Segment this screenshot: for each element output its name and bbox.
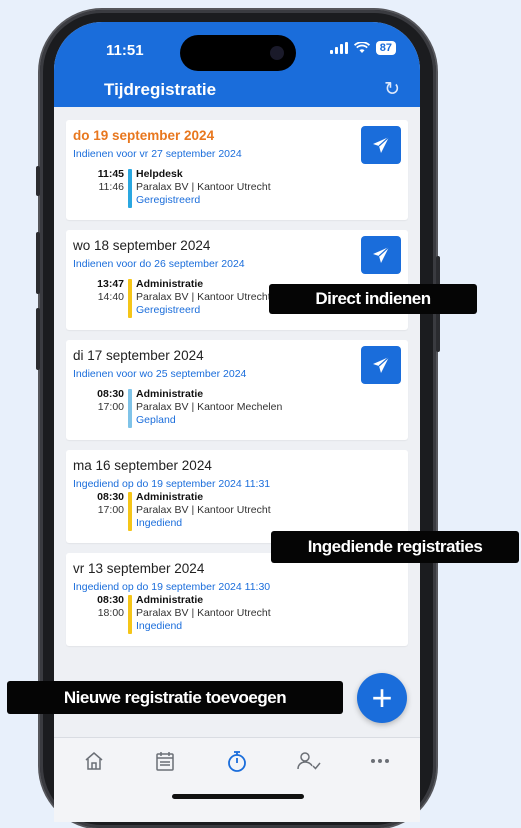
day-deadline: Indienen voor do 26 september 2024 bbox=[73, 258, 245, 270]
tab-timer[interactable] bbox=[224, 748, 250, 774]
entry-times: 13:47 14:40 bbox=[96, 278, 124, 304]
entry-times: 11:45 11:46 bbox=[96, 168, 124, 194]
day-card[interactable]: ma 16 september 2024 Ingediend op do 19 … bbox=[66, 450, 408, 543]
day-submitted: Ingediend op do 19 september 2024 11:30 bbox=[73, 581, 271, 593]
entry-start: 08:30 bbox=[97, 491, 124, 503]
day-date: wo 18 september 2024 bbox=[73, 238, 211, 253]
home-indicator bbox=[172, 794, 304, 799]
submit-day-button[interactable] bbox=[361, 236, 401, 274]
entry-times: 08:30 17:00 bbox=[96, 491, 124, 517]
paper-plane-icon bbox=[373, 136, 390, 153]
entry-title: Administratie bbox=[136, 491, 204, 503]
entry-info: Administratie Paralax BV | Kantoor Utrec… bbox=[136, 594, 271, 633]
entry-info: Administratie Paralax BV | Kantoor Utrec… bbox=[136, 278, 271, 317]
callout-direct-submit: Direct indienen bbox=[269, 284, 477, 314]
wifi-icon bbox=[353, 42, 370, 53]
home-icon bbox=[85, 752, 103, 770]
tab-more[interactable] bbox=[367, 748, 393, 774]
category-color-bar bbox=[128, 279, 132, 318]
day-card[interactable]: do 19 september 2024 Indienen voor vr 27… bbox=[66, 120, 408, 220]
time-entry[interactable]: 08:30 18:00 Administratie Paralax BV | K… bbox=[66, 594, 408, 640]
battery-level: 87 bbox=[375, 41, 396, 55]
volume-down-button bbox=[36, 308, 40, 370]
callout-submitted-registrations: Ingediende registraties bbox=[271, 531, 519, 563]
stopwatch-icon bbox=[228, 751, 246, 772]
entry-end: 18:00 bbox=[97, 607, 124, 619]
entry-client: Paralax BV | Kantoor Utrecht bbox=[136, 291, 271, 303]
entry-title: Administratie bbox=[136, 388, 204, 400]
day-date: di 17 september 2024 bbox=[73, 348, 204, 363]
entry-status: Ingediend bbox=[136, 620, 183, 632]
tab-home[interactable] bbox=[81, 748, 107, 774]
entry-start: 08:30 bbox=[97, 388, 124, 400]
entry-info: Administratie Paralax BV | Kantoor Meche… bbox=[136, 388, 282, 427]
time-entry[interactable]: 08:30 17:00 Administratie Paralax BV | K… bbox=[66, 388, 408, 434]
category-color-bar bbox=[128, 389, 132, 428]
paper-plane-icon bbox=[373, 356, 390, 373]
callout-new-registration: Nieuwe registratie toevoegen bbox=[7, 681, 343, 714]
entry-client: Paralax BV | Kantoor Utrecht bbox=[136, 504, 271, 516]
entry-start: 11:45 bbox=[97, 168, 124, 180]
entry-end: 11:46 bbox=[98, 181, 125, 193]
dynamic-island bbox=[180, 35, 296, 71]
more-icon bbox=[371, 759, 389, 763]
submit-day-button[interactable] bbox=[361, 346, 401, 384]
bottom-tab-bar bbox=[54, 737, 420, 822]
day-card[interactable]: vr 13 september 2024 Ingediend op do 19 … bbox=[66, 553, 408, 646]
day-date: ma 16 september 2024 bbox=[73, 458, 212, 473]
entry-status: Gepland bbox=[136, 414, 176, 426]
entry-client: Paralax BV | Kantoor Utrecht bbox=[136, 181, 271, 193]
entry-info: Administratie Paralax BV | Kantoor Utrec… bbox=[136, 491, 271, 530]
entry-status: Geregistreerd bbox=[136, 194, 201, 206]
volume-up-button bbox=[36, 232, 40, 294]
entry-title: Helpdesk bbox=[136, 168, 183, 180]
time-entry[interactable]: 11:45 11:46 Helpdesk Paralax BV | Kantoo… bbox=[66, 168, 408, 214]
entry-status: Ingediend bbox=[136, 517, 183, 529]
page-title: Tijdregistratie bbox=[104, 80, 217, 99]
entry-client: Paralax BV | Kantoor Utrecht bbox=[136, 607, 271, 619]
entry-title: Administratie bbox=[136, 278, 204, 290]
refresh-icon[interactable]: ↻ bbox=[384, 78, 400, 101]
app-header: 11:51 87 Tijdregistratie ↻ bbox=[54, 22, 420, 107]
day-submitted: Ingediend op do 19 september 2024 11:31 bbox=[73, 478, 271, 490]
entry-times: 08:30 18:00 bbox=[96, 594, 124, 620]
tab-approvals[interactable] bbox=[296, 748, 322, 774]
entry-end: 17:00 bbox=[97, 504, 124, 516]
category-color-bar bbox=[128, 595, 132, 634]
entry-status: Geregistreerd bbox=[136, 304, 201, 316]
entry-end: 17:00 bbox=[97, 401, 124, 413]
entry-info: Helpdesk Paralax BV | Kantoor Utrecht Ge… bbox=[136, 168, 271, 207]
day-card[interactable]: di 17 september 2024 Indienen voor wo 25… bbox=[66, 340, 408, 440]
entry-start: 08:30 bbox=[97, 594, 124, 606]
entry-start: 13:47 bbox=[97, 278, 124, 290]
day-deadline: Indienen voor vr 27 september 2024 bbox=[73, 148, 242, 160]
day-date: do 19 september 2024 bbox=[73, 128, 215, 143]
calendar-icon bbox=[156, 752, 174, 771]
day-deadline: Indienen voor wo 25 september 2024 bbox=[73, 368, 247, 380]
submit-day-button[interactable] bbox=[361, 126, 401, 164]
signal-icon bbox=[329, 42, 348, 54]
day-card[interactable]: wo 18 september 2024 Indienen voor do 26… bbox=[66, 230, 408, 330]
entry-title: Administratie bbox=[136, 594, 204, 606]
user-check-icon bbox=[297, 752, 321, 770]
mute-switch bbox=[36, 166, 40, 196]
paper-plane-icon bbox=[373, 246, 390, 263]
entry-times: 08:30 17:00 bbox=[96, 388, 124, 414]
tab-calendar[interactable] bbox=[152, 748, 178, 774]
category-color-bar bbox=[128, 492, 132, 531]
status-icons: 87 bbox=[329, 41, 396, 55]
category-color-bar bbox=[128, 169, 132, 208]
entry-end: 14:40 bbox=[97, 291, 124, 303]
entry-client: Paralax BV | Kantoor Mechelen bbox=[136, 401, 283, 413]
status-time: 11:51 bbox=[106, 42, 144, 59]
add-registration-button[interactable]: + bbox=[357, 673, 407, 723]
day-date: vr 13 september 2024 bbox=[73, 561, 205, 576]
